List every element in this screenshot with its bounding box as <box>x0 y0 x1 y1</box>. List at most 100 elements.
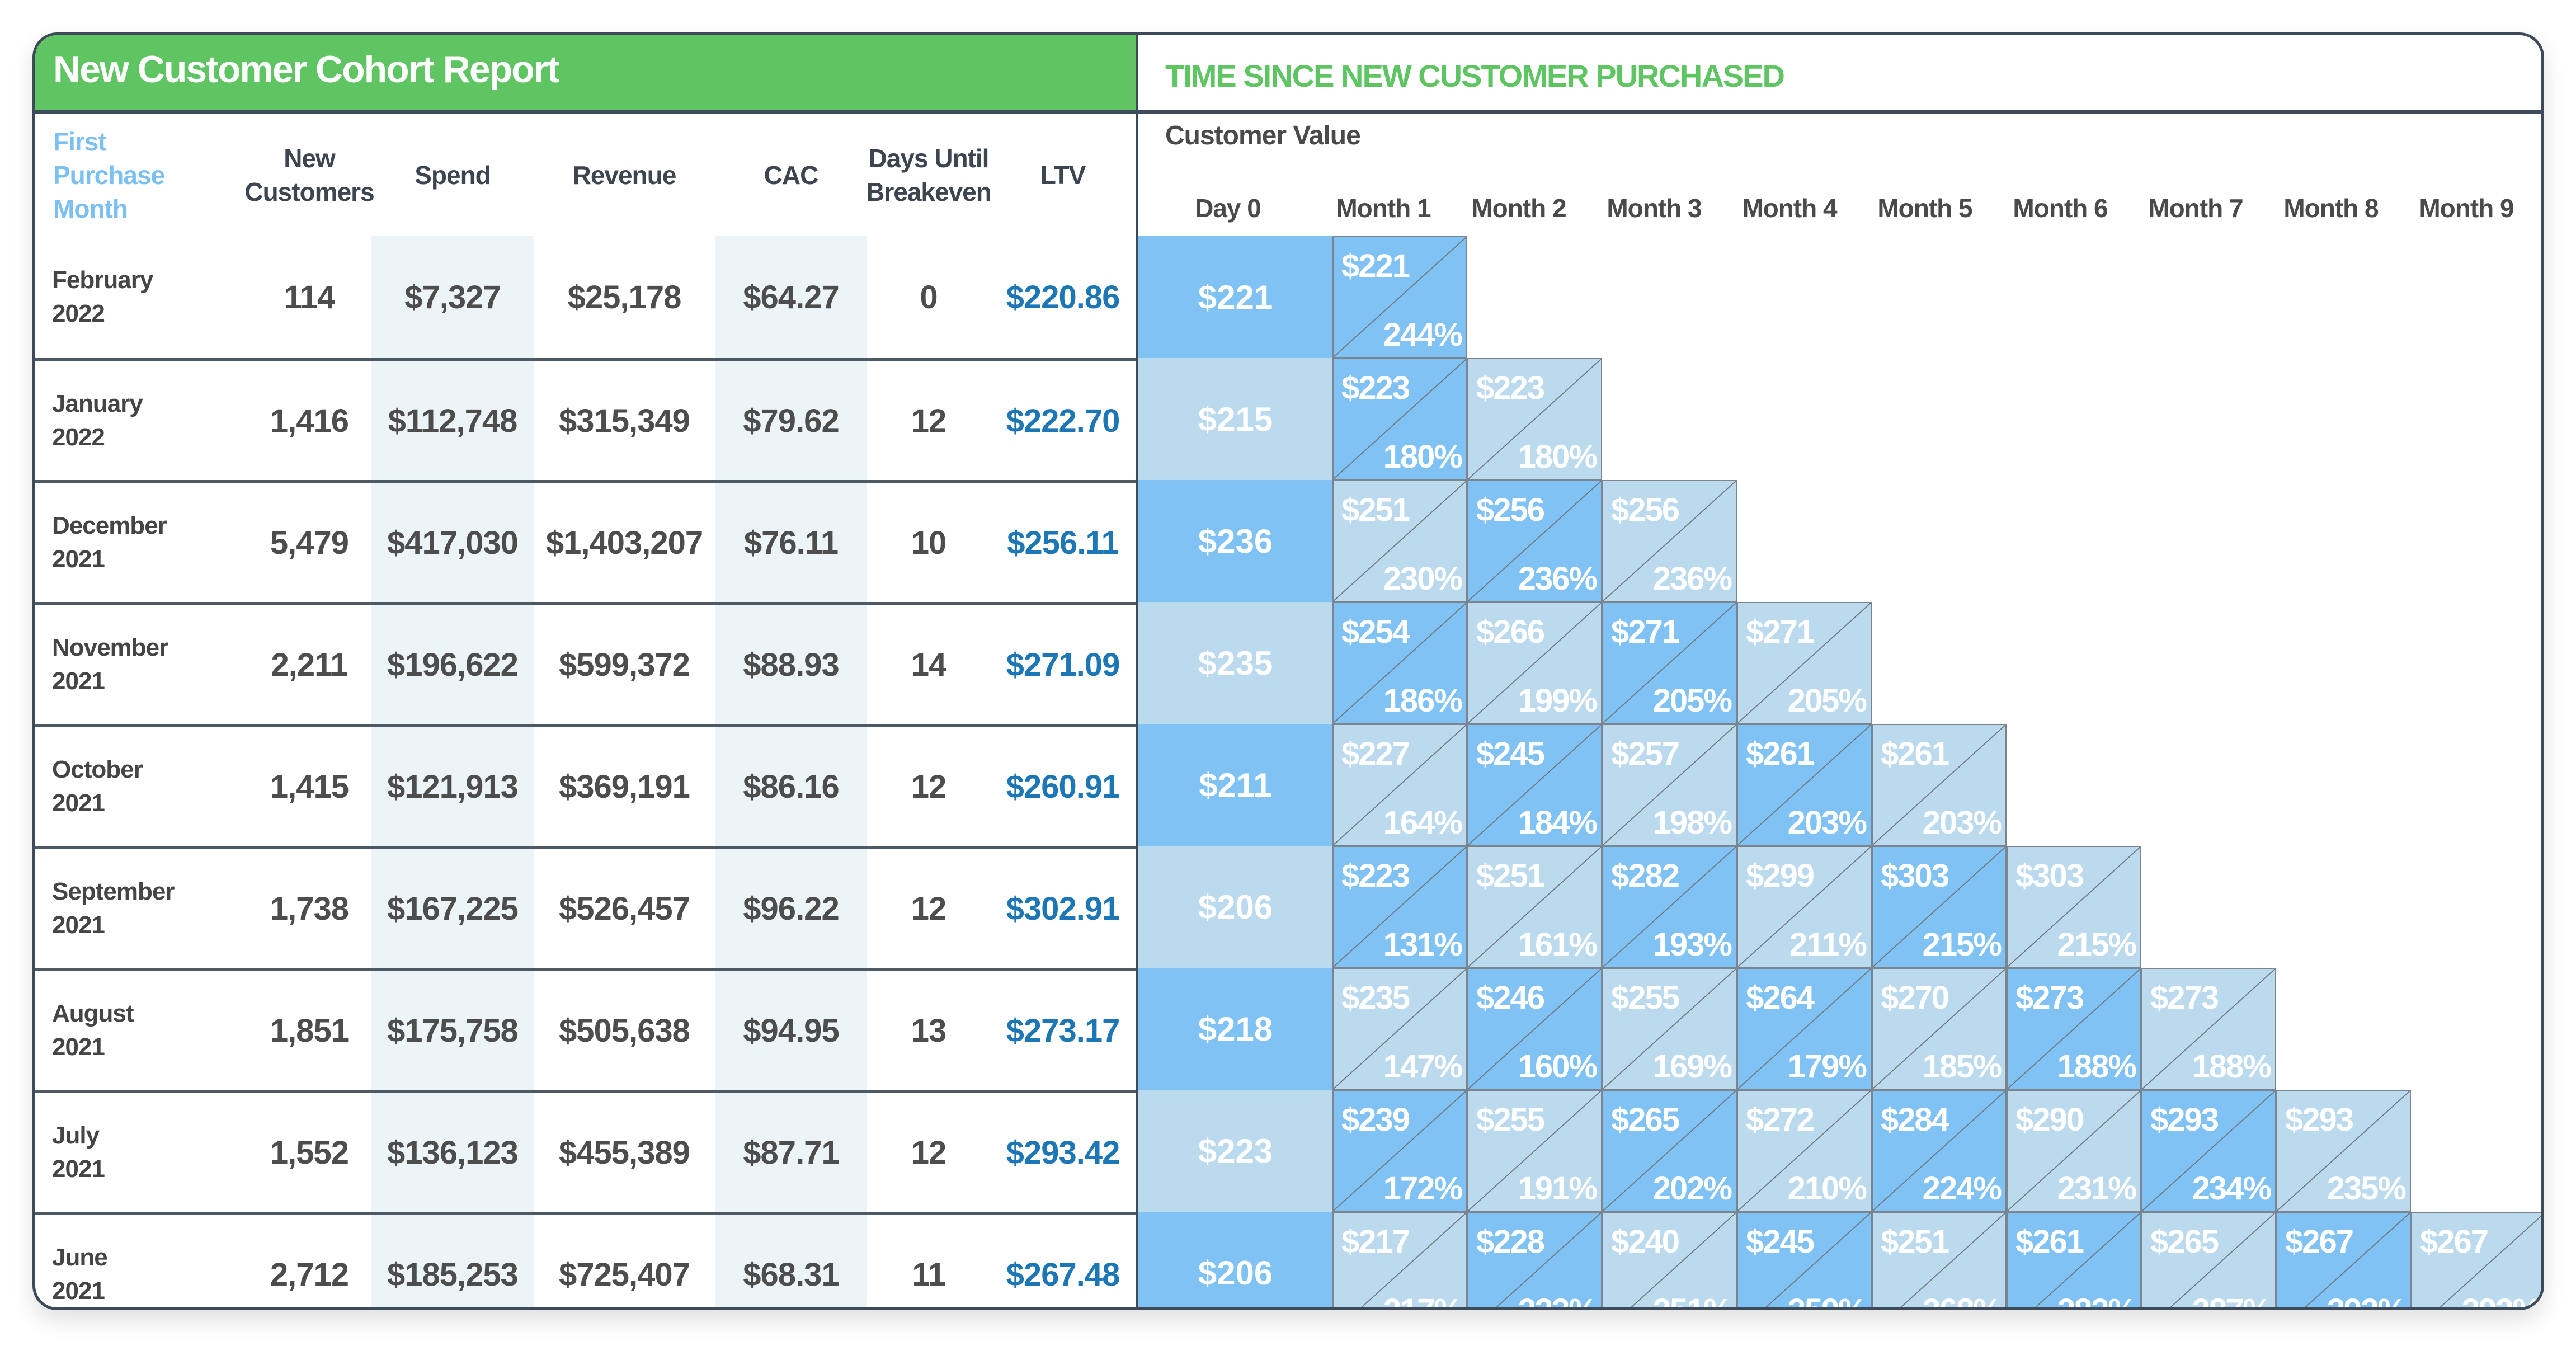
days-until-breakeven-cell: 0 <box>920 279 938 316</box>
spend-cell: $185,253 <box>387 1256 519 1293</box>
new-customers-cell: 1,552 <box>270 1134 349 1171</box>
period-header-month-8: Month 8 <box>2283 194 2379 223</box>
customer-value: $265 <box>2150 1223 2219 1260</box>
customer-value: $270 <box>1881 980 1949 1016</box>
month-value-cell: $273 188% <box>2141 968 2276 1090</box>
return-percentage: 131% <box>1383 926 1463 963</box>
spend-cell: $112,748 <box>388 402 518 439</box>
return-percentage: 180% <box>1518 439 1598 475</box>
month-value-cell: $290 231% <box>2007 1090 2141 1212</box>
return-percentage: 203% <box>1922 804 2002 841</box>
new-customers-cell: 5,479 <box>270 524 349 561</box>
month-year: 2021 <box>52 911 105 939</box>
customer-value: $227 <box>1341 736 1410 772</box>
return-percentage: 292% <box>2462 1292 2541 1307</box>
revenue-cell: $1,403,207 <box>545 524 703 561</box>
customer-value: $251 <box>1881 1223 1949 1260</box>
return-percentage: 233% <box>1518 1292 1598 1307</box>
revenue-cell: $455,389 <box>559 1134 690 1171</box>
customer-value: $293 <box>2285 1102 2354 1138</box>
month-name: January <box>52 390 143 417</box>
period-header-month-3: Month 3 <box>1607 194 1702 223</box>
return-percentage: 282% <box>2057 1292 2137 1307</box>
new-customers-cell: 114 <box>284 279 336 316</box>
right-title-bar: TIME SINCE NEW CUSTOMER PURCHASED <box>1138 35 2541 114</box>
month-value-cell: $271 205% <box>1602 602 1737 724</box>
month-value-cell: $273 188% <box>2007 968 2141 1090</box>
first-purchase-month-cell: October 2021 <box>35 727 237 846</box>
customer-value: $265 <box>1611 1102 1680 1138</box>
table-row: November 2021 2,211 $196,622 $599,372 $88.93 1… <box>35 602 1136 724</box>
cac-cell: $64.27 <box>743 279 839 316</box>
table-header: First Purchase Month New Customers Spend… <box>35 114 1136 236</box>
customer-value: $282 <box>1611 858 1680 894</box>
return-percentage: 224% <box>1922 1170 2002 1207</box>
month-value-cell: $270 185% <box>1872 968 2007 1090</box>
first-purchase-month-cell: December 2021 <box>35 483 237 602</box>
period-header-month-2: Month 2 <box>1471 194 1566 223</box>
month-value-cell: $303 215% <box>2007 846 2141 968</box>
customer-value: $271 <box>1746 614 1815 650</box>
customer-value: $251 <box>1341 492 1410 528</box>
return-percentage: 193% <box>1652 926 1732 963</box>
return-percentage: 211% <box>1789 926 1867 963</box>
table-row: August 2021 1,851 $175,758 $505,638 $94.95 13 $… <box>35 968 1136 1090</box>
day0-value-cell: $211 <box>1138 724 1332 846</box>
days-until-breakeven-cell: 10 <box>911 524 947 561</box>
cac-cell: $76.11 <box>743 524 839 561</box>
return-percentage: 205% <box>1652 683 1732 719</box>
month-value-cell: $303 215% <box>1872 846 2007 968</box>
month-year: 2021 <box>52 1155 105 1183</box>
customer-value: $293 <box>2150 1102 2219 1138</box>
spend-cell: $175,758 <box>387 1012 519 1049</box>
customer-value: $251 <box>1476 858 1545 894</box>
day0-value-cell: $206 <box>1138 846 1332 968</box>
return-percentage: 259% <box>1788 1292 1867 1307</box>
days-until-breakeven-cell: 13 <box>911 1012 947 1049</box>
revenue-cell: $599,372 <box>559 646 690 683</box>
new-customers-cell: 1,415 <box>270 768 349 805</box>
return-percentage: 287% <box>2192 1292 2272 1307</box>
customer-value: $267 <box>2285 1223 2354 1260</box>
ltv-cell: $222.70 <box>1006 402 1120 439</box>
month-value-cell: $217 217% <box>1332 1212 1467 1307</box>
customer-value: $271 <box>1611 614 1680 650</box>
month-value-cell: $245 259% <box>1737 1212 1872 1307</box>
month-value-cell: $261 203% <box>1872 724 2007 846</box>
month-value-cell: $282 193% <box>1602 846 1737 968</box>
customer-value-grid-panel: TIME SINCE NEW CUSTOMER PURCHASED Custom… <box>1136 35 2541 1307</box>
return-percentage: 198% <box>1652 804 1732 841</box>
period-header-month-7: Month 7 <box>2148 194 2243 223</box>
new-customers-cell: 2,712 <box>270 1256 349 1293</box>
return-percentage: 186% <box>1383 683 1463 719</box>
ltv-cell: $273.17 <box>1006 1012 1120 1049</box>
customer-value: $261 <box>1746 736 1815 772</box>
day0-value-cell: $218 <box>1138 968 1332 1090</box>
customer-value: $261 <box>2015 1223 2084 1260</box>
customer-value: $266 <box>1476 614 1545 650</box>
return-percentage: 185% <box>1922 1048 2002 1085</box>
month-value-cell: $251 161% <box>1467 846 1602 968</box>
return-percentage: 215% <box>2057 926 2137 963</box>
return-percentage: 236% <box>1518 561 1598 597</box>
month-value-cell: $223 131% <box>1332 846 1467 968</box>
return-percentage: 188% <box>2057 1048 2137 1085</box>
customer-value: $255 <box>1611 980 1680 1016</box>
return-percentage: 188% <box>2192 1048 2272 1085</box>
day0-value-cell: $206 <box>1138 1212 1332 1307</box>
day0-value-cell: $235 <box>1138 602 1332 724</box>
revenue-cell: $505,638 <box>559 1012 690 1049</box>
days-until-breakeven-cell: 12 <box>911 1134 947 1171</box>
return-percentage: 147% <box>1383 1048 1463 1085</box>
revenue-cell: $369,191 <box>559 768 690 805</box>
col-header-days-until-breakeven: Days Until Breakeven <box>866 144 992 206</box>
col-header-spend: Spend <box>415 161 491 190</box>
month-year: 2021 <box>52 1277 105 1305</box>
month-value-cell: $265 202% <box>1602 1090 1737 1212</box>
days-until-breakeven-cell: 12 <box>911 768 947 805</box>
return-percentage: 203% <box>1787 804 1867 841</box>
month-value-cell: $299 211% <box>1737 846 1872 968</box>
spend-cell: $121,913 <box>387 768 519 805</box>
month-value-cell: $271 205% <box>1737 602 1872 724</box>
month-name: August <box>52 1000 134 1027</box>
